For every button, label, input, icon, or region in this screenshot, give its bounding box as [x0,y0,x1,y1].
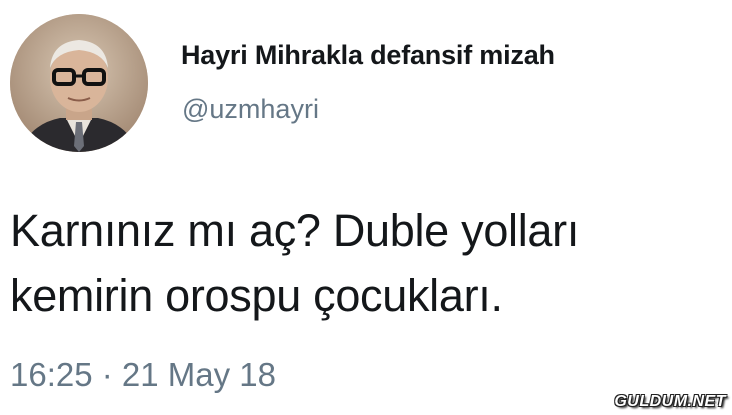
tweet-card: Hayri Mihrakla defansif mizah @uzmhayri … [0,0,732,415]
tweet-text: Karnınız mı aç? Duble yolları kemirin or… [10,198,722,328]
tweet-text-line: kemirin orospu çocukları. [10,270,503,321]
watermark: GULDUM.NET [614,393,726,410]
display-name[interactable]: Hayri Mihrakla defansif mizah [181,40,555,71]
user-handle[interactable]: @uzmhayri [182,94,319,125]
tweet-timestamp[interactable]: 16:25 · 21 May 18 [10,356,276,394]
avatar[interactable] [10,14,148,152]
avatar-photo [10,14,148,152]
tweet-text-line: Karnınız mı aç? Duble yolları [10,205,580,256]
